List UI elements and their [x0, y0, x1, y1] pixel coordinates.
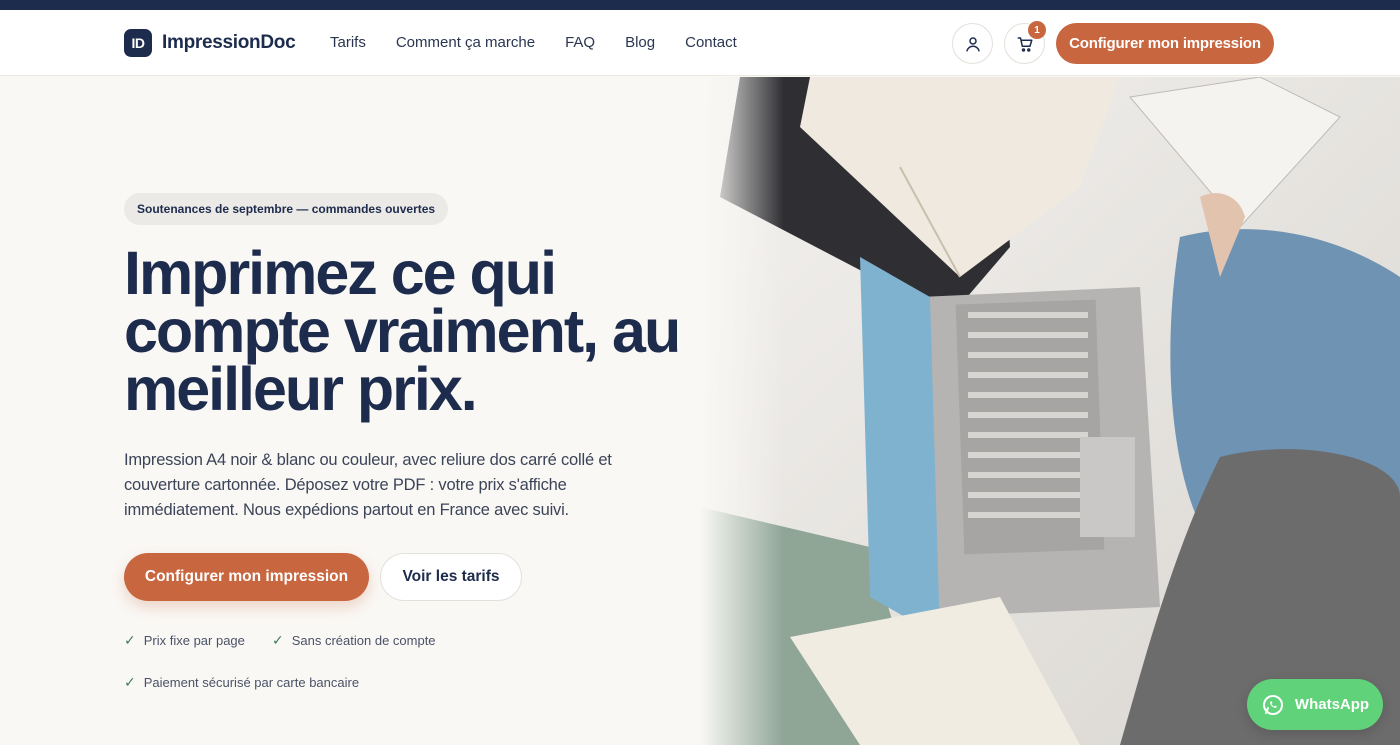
feature-label: Paiement sécurisé par carte bancaire — [143, 675, 360, 690]
feature-check: ✓ Sans création de compte — [272, 632, 436, 649]
headline-line: Imprimez ce qui — [124, 239, 557, 307]
feature-label: Prix fixe par page — [143, 633, 245, 648]
logo[interactable]: ID ImpressionDoc — [124, 29, 296, 57]
feature-check: ✓ Paiement sécurisé par carte bancaire — [124, 674, 359, 691]
whatsapp-button[interactable]: WhatsApp — [1247, 679, 1383, 730]
view-prices-button[interactable]: Voir les tarifs — [380, 553, 522, 601]
cart-button[interactable]: 1 — [1004, 21, 1046, 64]
hero-headline: Imprimez ce qui compte vraiment, au meil… — [124, 239, 684, 423]
subtitle-line: Impression A4 noir & blanc ou couleur, a… — [124, 451, 612, 469]
nav-blog[interactable]: Blog — [625, 34, 655, 51]
hero-photo — [700, 77, 1400, 745]
hero-subtitle: Impression A4 noir & blanc ou couleur, a… — [124, 448, 644, 523]
feature-check: ✓ Prix fixe par page — [124, 632, 245, 649]
configure-button[interactable]: Configurer mon impression — [124, 553, 369, 601]
account-button[interactable] — [952, 23, 993, 64]
nav-faq[interactable]: FAQ — [565, 34, 595, 51]
whatsapp-label: WhatsApp — [1294, 696, 1370, 713]
user-icon — [965, 36, 980, 51]
feature-label: Sans création de compte — [291, 633, 436, 648]
brand-name: ImpressionDoc — [162, 32, 296, 53]
top-stripe — [0, 0, 1400, 10]
nav-contact[interactable]: Contact — [685, 34, 737, 51]
announcement-pill: Soutenances de septembre — commandes ouv… — [124, 193, 449, 225]
cart-count-badge: 1 — [1028, 21, 1046, 39]
subtitle-line: couverture cartonnée. Déposez votre PDF … — [124, 476, 567, 494]
headline-line: compte vraiment, au — [124, 297, 681, 365]
check-icon: ✓ — [272, 632, 284, 648]
headline-line: meilleur prix. — [124, 355, 478, 423]
whatsapp-icon — [1262, 694, 1283, 715]
nav-comment-ca-marche[interactable]: Comment ça marche — [396, 34, 535, 51]
header-configure-button[interactable]: Configurer mon impression — [1056, 23, 1274, 64]
check-icon: ✓ — [124, 632, 136, 648]
site-header: ID ImpressionDoc Tarifs Comment ça march… — [0, 10, 1400, 76]
check-icon: ✓ — [124, 674, 136, 690]
logo-mark: ID — [124, 29, 152, 57]
subtitle-line: immédiatement. Nous expédions partout en… — [124, 501, 569, 519]
main-nav: Tarifs Comment ça marche FAQ Blog Contac… — [330, 34, 737, 51]
nav-tarifs[interactable]: Tarifs — [330, 34, 366, 51]
